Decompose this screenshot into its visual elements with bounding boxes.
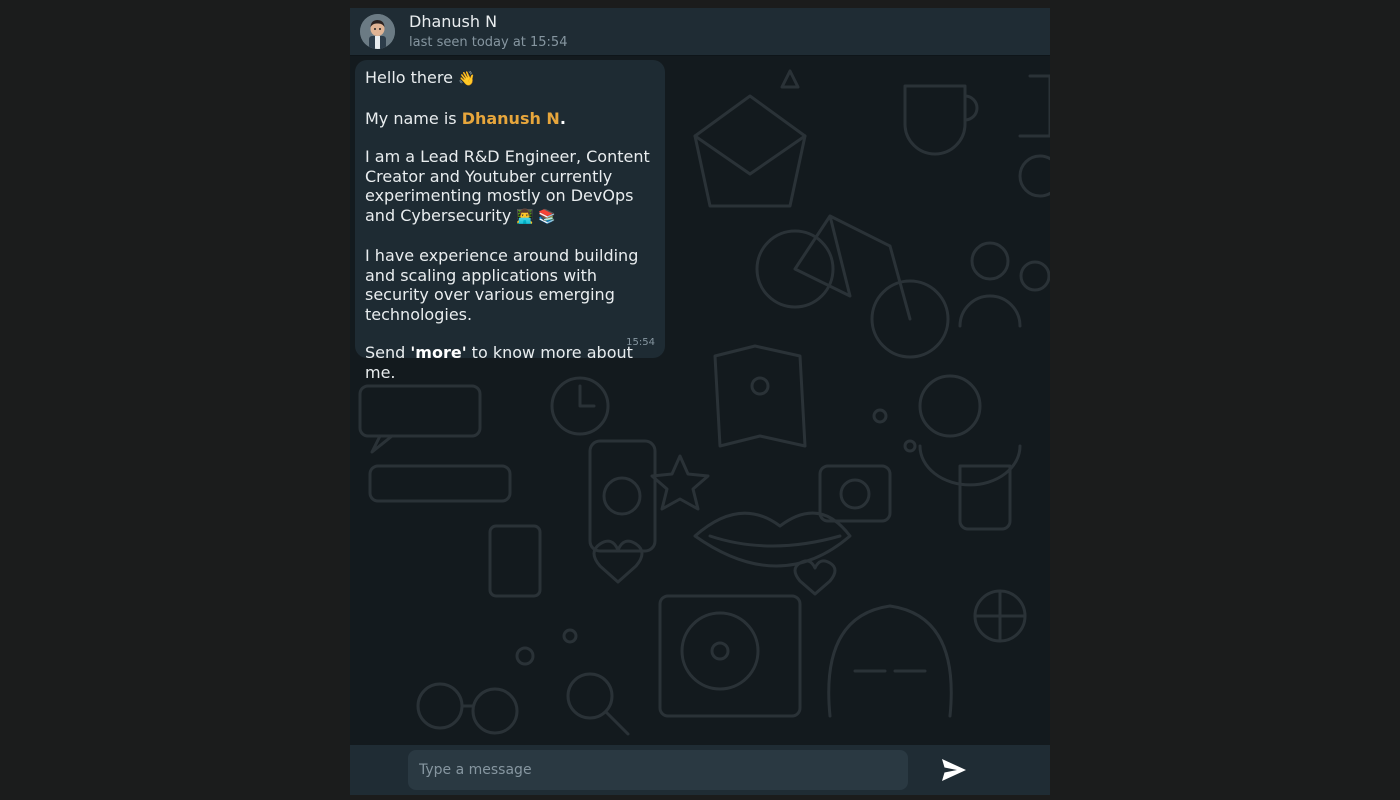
experience-paragraph: I have experience around building and sc… bbox=[365, 246, 639, 324]
intro-suffix: . bbox=[559, 108, 566, 128]
highlighted-name: Dhanush N bbox=[461, 108, 560, 128]
message-timestamp: 15:54 bbox=[626, 336, 655, 348]
chat-area[interactable]: Hello there 👋 My name is Dhanush N. I am… bbox=[350, 56, 1050, 745]
wave-emoji-icon: 👋 bbox=[458, 71, 476, 87]
message-bubble[interactable]: Hello there 👋 My name is Dhanush N. I am… bbox=[355, 60, 665, 382]
bio-text: I am a Lead R&D Engineer, Content Creato… bbox=[365, 147, 650, 225]
last-seen-status: last seen today at 15:54 bbox=[409, 35, 568, 50]
cta-line: Send 'more' to know more about me. bbox=[365, 343, 655, 382]
send-button[interactable] bbox=[940, 757, 968, 783]
cta-keyword: 'more' bbox=[410, 343, 467, 362]
greeting-text: Hello there bbox=[365, 68, 453, 87]
message-input[interactable] bbox=[408, 750, 908, 790]
bio-paragraph: I am a Lead R&D Engineer, Content Creato… bbox=[365, 147, 655, 227]
cta-prefix: Send bbox=[365, 343, 411, 362]
intro-line: My name is Dhanush N. bbox=[365, 109, 655, 129]
greeting-line: Hello there 👋 bbox=[365, 68, 655, 90]
message-input-container[interactable] bbox=[408, 750, 908, 790]
chat-window: Dhanush N last seen today at 15:54 Hello… bbox=[350, 8, 1050, 795]
composer-bar bbox=[350, 745, 1050, 795]
send-icon bbox=[942, 759, 966, 781]
chat-header: Dhanush N last seen today at 15:54 bbox=[350, 8, 1050, 56]
avatar[interactable] bbox=[360, 14, 395, 49]
technologist-books-emoji-icon: 👨‍💻 📚 bbox=[516, 208, 556, 225]
intro-prefix: My name is bbox=[365, 108, 462, 128]
contact-name[interactable]: Dhanush N bbox=[409, 12, 497, 31]
